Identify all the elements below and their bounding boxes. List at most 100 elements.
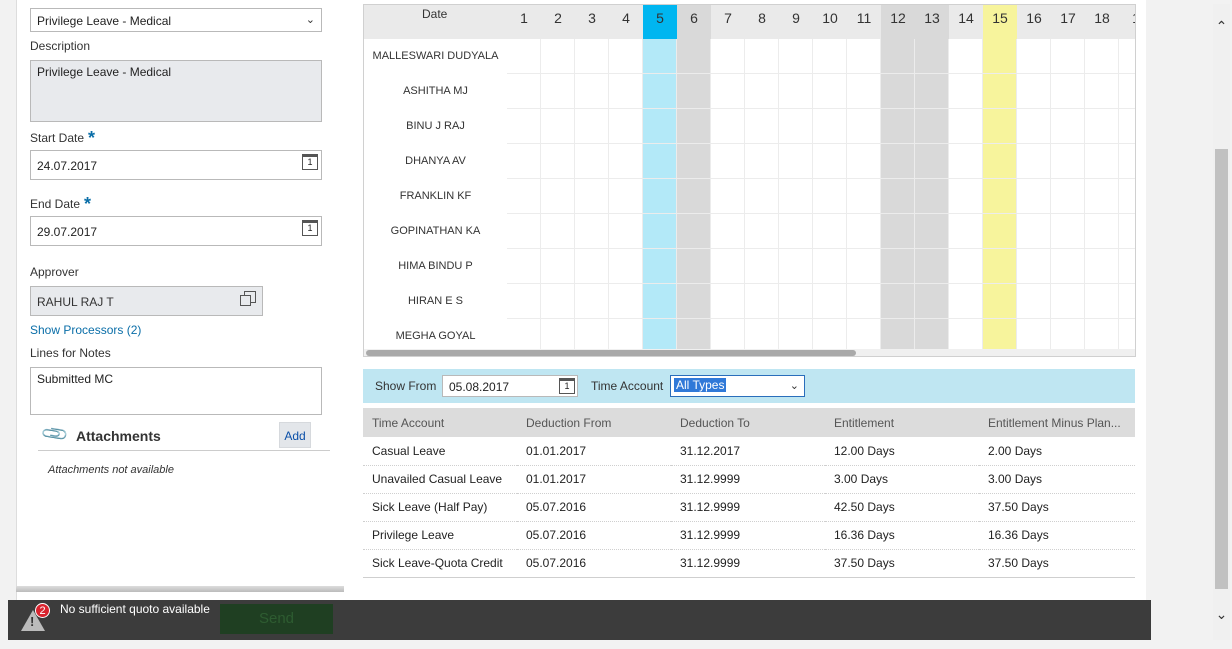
column-header[interactable]: Deduction From: [517, 408, 671, 437]
calendar-day-column[interactable]: [915, 39, 949, 349]
time-type-select[interactable]: Privilege Leave - Medical ⌄: [30, 8, 322, 32]
show-from-label: Show From: [375, 379, 437, 393]
calendar-icon[interactable]: 1: [302, 154, 318, 170]
table-cell: Sick Leave (Half Pay): [363, 493, 517, 522]
send-button[interactable]: Send: [220, 604, 333, 634]
notes-label: Lines for Notes: [30, 346, 111, 360]
required-mark: *: [88, 128, 96, 148]
calendar-day-column[interactable]: [1017, 39, 1051, 349]
end-date-label-text: End Date: [30, 197, 81, 211]
calendar-day-header: 7: [724, 10, 732, 26]
table-cell: Unavailed Casual Leave: [363, 465, 517, 494]
add-attachment-button[interactable]: Add: [279, 422, 311, 448]
notes-textarea[interactable]: Submitted MC: [30, 367, 322, 415]
scroll-up-icon[interactable]: ⌃: [1213, 18, 1230, 35]
row-divider: [507, 143, 1135, 144]
column-header[interactable]: Entitlement: [825, 408, 979, 437]
calendar-header: Date 1234567891011121314151617181: [364, 5, 1135, 39]
row-divider: [507, 213, 1135, 214]
end-date-label: End Date *: [30, 192, 92, 214]
employee-name: GOPINATHAN KA: [390, 225, 481, 237]
calendar-day-column[interactable]: [643, 39, 677, 349]
required-mark: *: [84, 194, 92, 214]
employee-name: HIMA BINDU P: [398, 260, 473, 272]
calendar-day-column[interactable]: [745, 39, 779, 349]
time-type-value: Privilege Leave - Medical: [37, 14, 172, 28]
table-row[interactable]: Sick Leave (Half Pay) 05.07.2016 31.12.999…: [363, 493, 1135, 522]
calendar-day-header: 4: [622, 10, 630, 26]
calendar-day-header: 1: [520, 10, 528, 26]
calendar-icon[interactable]: 1: [302, 220, 318, 236]
calendar-day-column[interactable]: [881, 39, 915, 349]
employee-name: MALLESWARI DUDYALA: [372, 50, 499, 62]
table-header-row: Time Account Deduction From Deduction To…: [363, 408, 1135, 437]
approver-label: Approver: [30, 265, 79, 279]
calendar-day-column[interactable]: [541, 39, 575, 349]
scroll-down-icon[interactable]: ⌄: [1213, 606, 1230, 623]
calendar-day-column[interactable]: [983, 39, 1017, 349]
calendar-day-header: 14: [958, 10, 974, 26]
calendar-day-column[interactable]: [847, 39, 881, 349]
row-divider: [507, 248, 1135, 249]
column-header[interactable]: Time Account: [363, 408, 517, 437]
start-date-label-text: Start Date: [30, 131, 85, 145]
row-divider: [507, 178, 1135, 179]
table-cell: 2.00 Days: [979, 437, 1135, 466]
calendar-day-header: 3: [588, 10, 596, 26]
start-date-field[interactable]: 24.07.2017 1: [30, 150, 322, 180]
column-header[interactable]: Entitlement Minus Plan...: [979, 408, 1135, 437]
calendar-day-header: 11: [856, 10, 872, 26]
calendar-day-column[interactable]: [1085, 39, 1119, 349]
start-date-label: Start Date *: [30, 126, 96, 148]
table-cell: 05.07.2016: [517, 493, 671, 522]
employee-name: BINU J RAJ: [406, 120, 465, 132]
calendar-day-column[interactable]: [677, 39, 711, 349]
table-cell: 16.36 Days: [825, 521, 979, 550]
table-row[interactable]: Privilege Leave 05.07.2016 31.12.9999 16.36…: [363, 521, 1135, 550]
calendar-day-column[interactable]: [609, 39, 643, 349]
column-header[interactable]: Deduction To: [671, 408, 825, 437]
calendar-day-column[interactable]: [1051, 39, 1085, 349]
calendar-icon[interactable]: 1: [559, 378, 575, 394]
row-divider: [507, 108, 1135, 109]
date-column-label: Date: [422, 7, 448, 21]
calendar-day-header: 10: [822, 10, 838, 26]
table-row[interactable]: Casual Leave 01.01.2017 31.12.2017 12.00 Da…: [363, 437, 1135, 466]
calendar-day-column[interactable]: [575, 39, 609, 349]
calendar-day-column[interactable]: [813, 39, 847, 349]
attachments-empty-text: Attachments not available: [48, 464, 174, 476]
calendar-day-column[interactable]: [949, 39, 983, 349]
vertical-scrollbar[interactable]: ⌃ ⌄: [1213, 4, 1230, 640]
horizontal-scrollbar[interactable]: [364, 349, 1135, 356]
scrollbar-thumb[interactable]: [1215, 149, 1228, 589]
chevron-down-icon: ⌄: [789, 380, 799, 392]
show-processors-link[interactable]: Show Processors (2): [30, 323, 141, 337]
open-dialog-icon[interactable]: [240, 291, 256, 306]
table-row[interactable]: Unavailed Casual Leave 01.01.2017 31.12.99…: [363, 465, 1135, 494]
message-toast: ! 2 No sufficient quoto available Send: [8, 600, 1151, 640]
calendar-day-column[interactable]: [779, 39, 813, 349]
table-cell: 37.50 Days: [979, 493, 1135, 522]
table-cell: 3.00 Days: [825, 465, 979, 494]
approver-field[interactable]: RAHUL RAJ T: [30, 286, 263, 316]
calendar-day-header: 18: [1094, 10, 1110, 26]
paperclip-icon: 📎: [39, 419, 70, 449]
employee-name: FRANKLIN KF: [399, 190, 472, 202]
show-from-value: 05.08.2017: [449, 380, 510, 394]
time-account-select[interactable]: All Types ⌄: [670, 375, 805, 397]
calendar-day-column[interactable]: [1119, 39, 1135, 349]
table-row[interactable]: Sick Leave-Quota Credit 05.07.2016 31.12.9…: [363, 549, 1135, 578]
scrollbar-thumb[interactable]: [366, 350, 856, 356]
calendar-day-header: 13: [915, 5, 949, 39]
show-from-field[interactable]: 05.08.2017 1: [442, 375, 578, 397]
description-label: Description: [30, 39, 91, 53]
table-cell: 31.12.2017: [671, 437, 825, 466]
end-date-field[interactable]: 29.07.2017 1: [30, 216, 322, 246]
calendar-day-column[interactable]: [507, 39, 541, 349]
calendar-day-column[interactable]: [711, 39, 745, 349]
chevron-down-icon: ⌄: [305, 14, 315, 26]
calendar-day-header: 16: [1026, 10, 1042, 26]
calendar-day-header: 17: [1060, 10, 1076, 26]
footer-divider: [16, 586, 344, 592]
table-cell: 42.50 Days: [825, 493, 979, 522]
